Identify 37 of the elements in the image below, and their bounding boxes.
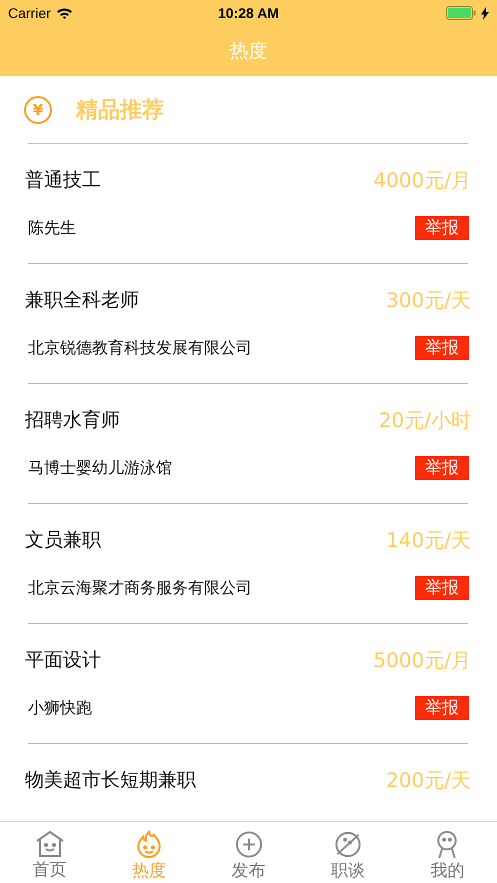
- tab-item[interactable]: 我的: [398, 822, 497, 883]
- section-title: 精品推荐: [76, 96, 164, 124]
- report-button[interactable]: 举报: [415, 336, 469, 360]
- job-title[interactable]: 文员兼职: [25, 527, 101, 553]
- house-face-icon: [34, 830, 65, 858]
- company-name: 北京锐德教育科技发展有限公司: [28, 338, 252, 358]
- job-title[interactable]: 平面设计: [25, 647, 101, 673]
- wifi-icon: [56, 7, 73, 19]
- status-time: 10:28 AM: [218, 5, 279, 21]
- tab-item[interactable]: 发布: [198, 822, 298, 883]
- tab-item[interactable]: 首页: [0, 822, 100, 883]
- yen-coin-icon: ¥: [24, 96, 52, 124]
- company-name: 小狮快跑: [28, 698, 92, 718]
- salary: 4000元/月: [373, 166, 471, 194]
- planet-icon: [332, 830, 363, 859]
- company-name: 陈先生: [28, 218, 76, 238]
- company-name: 马博士婴幼儿游泳馆: [28, 458, 172, 478]
- report-button[interactable]: 举报: [415, 576, 469, 600]
- company-name: 北京云海聚才商务服务有限公司: [28, 578, 252, 598]
- add-icon: [234, 830, 264, 859]
- battery-icon: [446, 6, 478, 20]
- report-button[interactable]: 举报: [415, 216, 469, 240]
- salary: 5000元/月: [373, 646, 471, 674]
- report-button[interactable]: 举报: [415, 456, 469, 480]
- carrier-label: Carrier: [8, 5, 51, 21]
- charging-icon: [481, 6, 489, 20]
- salary: 140元/天: [386, 526, 471, 554]
- job-title[interactable]: 兼职全科老师: [25, 287, 139, 313]
- job-title[interactable]: 物美超市长短期兼职: [25, 767, 196, 793]
- job-title[interactable]: 招聘水育师: [25, 407, 120, 433]
- report-button[interactable]: 举报: [415, 696, 469, 720]
- salary: 200元/天: [386, 766, 471, 794]
- salary: 300元/天: [386, 286, 471, 314]
- tab-item[interactable]: 职谈: [298, 822, 398, 883]
- salary: 20元/小时: [378, 406, 471, 434]
- job-title[interactable]: 普通技工: [25, 167, 101, 193]
- screen-title: 热度: [230, 39, 268, 64]
